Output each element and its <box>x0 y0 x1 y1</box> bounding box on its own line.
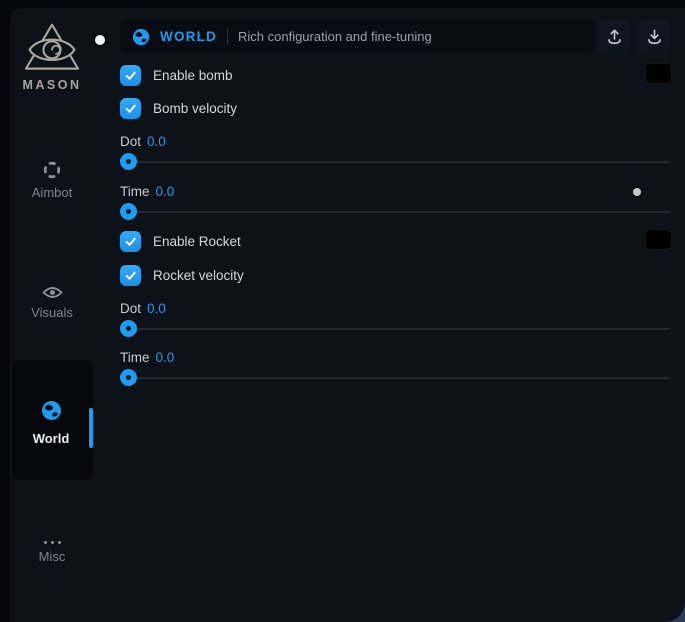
slider-rocket-time <box>120 369 670 386</box>
checkbox-label: Rocket velocity <box>153 268 244 283</box>
upload-config-button[interactable] <box>598 20 631 53</box>
upload-icon <box>605 27 624 46</box>
checkbox-enable-rocket[interactable] <box>120 231 141 252</box>
brand-name: MASON <box>10 78 94 92</box>
download-config-button[interactable] <box>638 20 671 53</box>
checkbox-label: Enable bomb <box>153 68 233 83</box>
checkbox-label: Bomb velocity <box>153 101 237 116</box>
sidebar-item-world-selected[interactable]: World <box>12 360 93 480</box>
checkbox-row-bomb-velocity: Bomb velocity <box>120 98 237 119</box>
slider-label-dot: Dot0.0 <box>120 134 166 149</box>
slider-rocket-dot <box>120 320 670 337</box>
slider-value: 0.0 <box>147 134 166 149</box>
cursor-dot <box>95 35 105 45</box>
check-icon <box>124 235 137 248</box>
slider-value: 0.0 <box>156 350 175 365</box>
slider-bomb-time <box>120 203 670 220</box>
checkbox-bomb-velocity[interactable] <box>120 98 141 119</box>
sidebar-item-label: Aimbot <box>10 185 94 200</box>
sidebar-item-visuals[interactable]: Visuals <box>10 285 94 320</box>
page-header: WORLD Rich configuration and fine-tuning <box>120 20 595 53</box>
globe-icon <box>132 28 150 46</box>
globe-icon <box>12 400 90 426</box>
slider-bomb-dot <box>120 153 670 170</box>
checkbox-row-rocket-velocity: Rocket velocity <box>120 265 244 286</box>
checkbox-row-enable-bomb: Enable bomb <box>120 65 233 86</box>
slider-label-time: Time0.0 <box>120 350 174 365</box>
slider-value: 0.0 <box>156 184 175 199</box>
checkbox-row-enable-rocket: Enable Rocket <box>120 231 241 252</box>
slider-track[interactable] <box>122 211 670 213</box>
slider-value: 0.0 <box>147 301 166 316</box>
slider-handle[interactable] <box>120 369 137 386</box>
page-subtitle: Rich configuration and fine-tuning <box>238 29 432 44</box>
slider-handle[interactable] <box>120 153 137 170</box>
sidebar: MASON Aimbot Visuals <box>10 8 115 622</box>
header-divider <box>227 29 228 45</box>
sidebar-item-label: Misc <box>10 549 94 564</box>
screen: MASON Aimbot Visuals <box>0 0 685 622</box>
mason-menu-window: MASON Aimbot Visuals <box>10 8 685 622</box>
color-swatch-rocket[interactable] <box>645 229 672 250</box>
slider-track[interactable] <box>122 328 670 330</box>
sidebar-item-label: Visuals <box>10 305 94 320</box>
checkbox-label: Enable Rocket <box>153 234 241 249</box>
page-title: WORLD <box>160 29 217 44</box>
sidebar-item-label: World <box>12 431 90 446</box>
mason-eye-pyramid-icon <box>10 22 94 74</box>
slider-track[interactable] <box>122 377 670 379</box>
crosshair-icon <box>10 160 94 180</box>
sidebar-item-aimbot[interactable]: Aimbot <box>10 160 94 200</box>
color-swatch-bomb[interactable] <box>645 63 672 84</box>
slider-handle[interactable] <box>120 320 137 337</box>
overlay-dot <box>633 188 641 196</box>
slider-label-dot: Dot0.0 <box>120 301 166 316</box>
download-icon <box>645 27 664 46</box>
checkbox-rocket-velocity[interactable] <box>120 265 141 286</box>
brand-logo: MASON <box>10 22 94 92</box>
slider-label-time: Time0.0 <box>120 184 174 199</box>
check-icon <box>124 69 137 82</box>
sidebar-item-misc[interactable]: Misc <box>10 536 94 564</box>
active-tab-indicator <box>89 408 93 448</box>
check-icon <box>124 102 137 115</box>
checkbox-enable-bomb[interactable] <box>120 65 141 86</box>
check-icon <box>124 269 137 282</box>
slider-handle[interactable] <box>120 203 137 220</box>
eye-icon <box>10 285 94 300</box>
slider-track[interactable] <box>122 161 670 163</box>
ellipsis-icon <box>10 536 94 544</box>
